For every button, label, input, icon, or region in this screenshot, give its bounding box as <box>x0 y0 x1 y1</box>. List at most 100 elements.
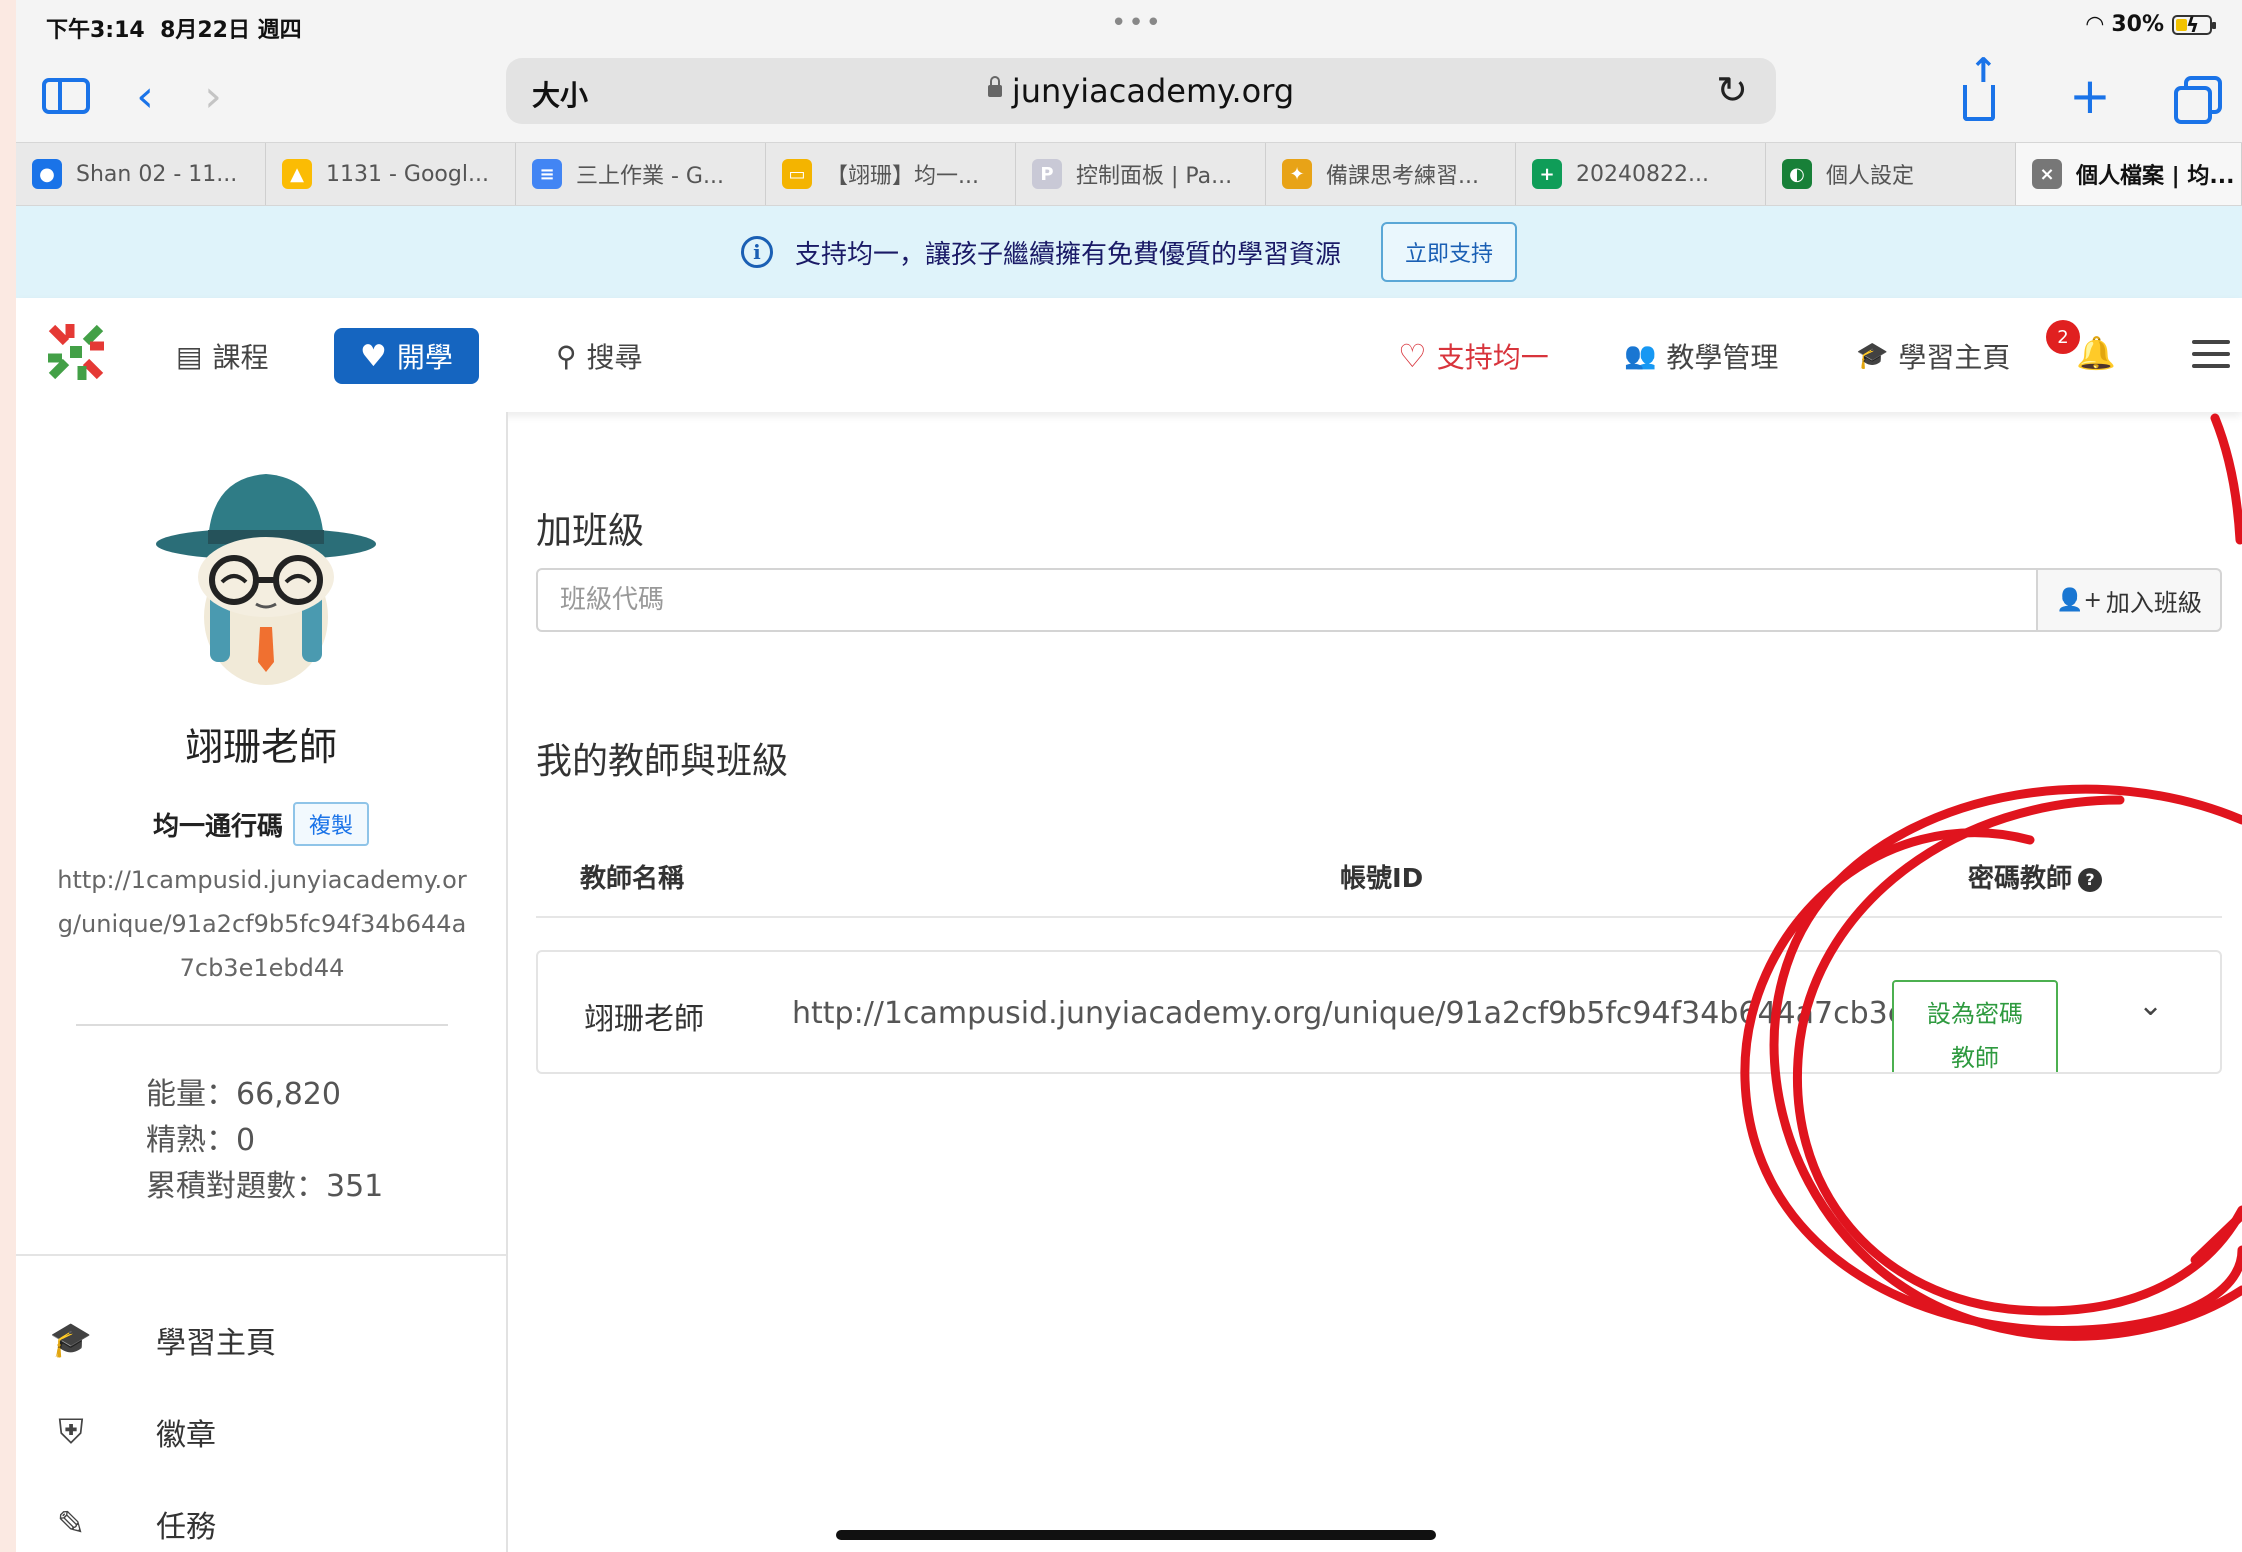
battery-icon: ϟ <box>2172 13 2216 37</box>
classroom-icon: ◐ <box>1782 159 1812 189</box>
notification-badge: 2 <box>2046 320 2080 354</box>
forward-icon[interactable]: › <box>188 66 238 126</box>
site-nav: ▤ 課程 ♥ 開學 ⚲ 搜尋 ♡ 支持均一 👥 教學管理 🎓 學習主頁 🔔 2 <box>16 298 2242 412</box>
url-text: junyiacademy.org <box>1011 72 1295 110</box>
nav-support-label: 支持均一 <box>1436 341 1549 374</box>
url-display[interactable]: junyiacademy.org <box>506 72 1776 110</box>
browser-tab[interactable]: +20240822... <box>1516 143 1766 205</box>
lock-icon <box>987 76 1002 97</box>
answered-stat: 累積對題數：351 <box>146 1169 384 1204</box>
browser-tab-label: 20240822... <box>1576 161 1709 187</box>
energy-stat: 能量：66,820 <box>146 1077 341 1112</box>
nav-start-button[interactable]: ♥ 開學 <box>334 328 479 384</box>
teacher-name-cell: 翊珊老師 <box>584 1002 704 1037</box>
browser-tab-label: 個人設定 <box>1826 164 1915 189</box>
docs-icon: ≡ <box>532 159 562 189</box>
class-code-input[interactable] <box>536 568 2038 632</box>
copy-button[interactable]: 複製 <box>293 802 370 846</box>
nav-learning[interactable]: 🎓 學習主頁 <box>1856 328 2010 384</box>
new-tab-icon[interactable]: + <box>2062 66 2118 126</box>
browser-tab[interactable]: ✦ 備課思考練習... <box>1266 143 1516 205</box>
table-row: 翊珊老師 http://1campusid.junyiacademy.org/u… <box>536 950 2222 1074</box>
chevron-down-icon[interactable]: ⌄ <box>2138 988 2163 1023</box>
browser-tab[interactable]: P 控制面板 | Pa... <box>1016 143 1266 205</box>
set-password-teacher-button[interactable]: 設為密碼教師 <box>1892 980 2058 1072</box>
heart-icon: ♥ <box>360 338 387 374</box>
support-banner: i 支持均一，讓孩子繼續擁有免費優質的學習資源 立即支持 <box>16 206 2242 298</box>
graduation-cap-icon: 🎓 <box>1856 341 1889 371</box>
slides-icon: ▭ <box>782 159 812 189</box>
ipad-screen: 下午3:14 8月22日 週四 ••• ◠ 30% ϟ ‹ › 大小 junyi… <box>16 0 2242 1552</box>
browser-tab[interactable]: ▲ 1131 - Googl... <box>266 143 516 205</box>
users-icon: 👥 <box>1624 341 1657 371</box>
support-now-button[interactable]: 立即支持 <box>1381 222 1518 282</box>
browser-tab[interactable]: ▭ 【翊珊】均一... <box>766 143 1016 205</box>
avatar <box>156 474 376 685</box>
status-clock: 下午3:14 <box>46 18 145 43</box>
globe-icon: ● <box>32 159 62 189</box>
address-bar[interactable]: 大小 junyiacademy.org ↻ <box>506 58 1776 124</box>
sidebar-item-badges[interactable]: ⛨ 徽章 <box>46 1402 216 1462</box>
help-icon[interactable]: ? <box>2078 867 2103 892</box>
add-user-icon: 👤+ <box>2056 587 2102 613</box>
divider <box>76 1024 448 1026</box>
search-icon: ⚲ <box>556 339 577 373</box>
badge-shield-icon: ⛨ <box>58 1412 84 1452</box>
nav-courses-label: 課程 <box>212 341 269 374</box>
nav-learning-label: 學習主頁 <box>1898 341 2011 374</box>
browser-tab-label: Shan 02 - 11... <box>76 161 238 187</box>
drive-icon: ▲ <box>282 159 312 189</box>
status-bar: 下午3:14 8月22日 週四 ••• ◠ 30% ϟ <box>16 0 2242 52</box>
join-class-label: 加入班級 <box>2105 588 2202 617</box>
battery-percent: 30% <box>2111 12 2164 37</box>
profile-stats: 能量：66,820 精熟：0 累積對題數：351 <box>146 1072 383 1210</box>
teachers-title: 我的教師與班級 <box>536 741 789 782</box>
bell-icon[interactable]: 🔔 <box>2076 334 2116 372</box>
sidebar-item-label: 學習主頁 <box>156 1326 276 1361</box>
reload-icon[interactable]: ↻ <box>1716 68 1748 112</box>
browser-tab-label: 【翊珊】均一... <box>826 164 979 189</box>
status-date: 8月22日 週四 <box>160 18 302 43</box>
courses-icon: ▤ <box>176 339 203 373</box>
nav-start-label: 開學 <box>396 341 453 374</box>
hamburger-menu-icon[interactable] <box>2192 340 2230 376</box>
join-class-button[interactable]: 👤+ 加入班級 <box>2038 568 2222 632</box>
pass-code-label: 均一通行碼 <box>152 811 283 842</box>
junyi-logo-icon[interactable] <box>44 320 108 384</box>
browser-tab[interactable]: ● Shan 02 - 11... <box>16 143 266 205</box>
multitask-dots-icon[interactable]: ••• <box>1111 8 1163 38</box>
nav-search[interactable]: ⚲ 搜尋 <box>556 328 643 384</box>
star-icon: ✦ <box>1282 159 1312 189</box>
nav-courses[interactable]: ▤ 課程 <box>176 328 268 384</box>
main-content: 加班級 👤+ 加入班級 我的教師與班級 教師名稱 帳號ID 密碼教師? 翊珊老師… <box>510 412 2242 1552</box>
back-icon[interactable]: ‹ <box>120 66 170 126</box>
banner-text: 支持均一，讓孩子繼續擁有免費優質的學習資源 <box>794 239 1341 270</box>
nav-support[interactable]: ♡ 支持均一 <box>1398 328 1549 384</box>
divider <box>16 1254 506 1256</box>
sidebar-item-missions[interactable]: ✎ 任務 <box>46 1494 216 1552</box>
share-icon[interactable] <box>1954 51 2004 126</box>
browser-tab[interactable]: ≡ 三上作業 - G... <box>516 143 766 205</box>
browser-tab[interactable]: ◐ 個人設定 <box>1766 143 2016 205</box>
profile-name: 翊珊老師 <box>184 725 337 769</box>
browser-tab-label: 控制面板 | Pa... <box>1076 164 1233 189</box>
close-tab-icon[interactable]: × <box>2032 159 2062 189</box>
profile-sidebar: 翊珊老師 均一通行碼 複製 http://1campusid.junyiacad… <box>16 412 508 1552</box>
pass-code-url: http://1campusid.junyiacademy.org/unique… <box>57 866 467 982</box>
nav-teaching[interactable]: 👥 教學管理 <box>1624 328 1778 384</box>
nav-search-label: 搜尋 <box>586 341 643 374</box>
sidebar-toggle-icon[interactable] <box>42 66 90 126</box>
home-indicator <box>836 1530 1436 1540</box>
sidebar-item-label: 任務 <box>156 1510 216 1545</box>
sidebar-item-label: 徽章 <box>156 1418 216 1453</box>
sheets-icon: + <box>1532 159 1562 189</box>
tab-overview-icon[interactable] <box>2166 66 2222 126</box>
status-right: ◠ 30% ϟ <box>2086 12 2216 37</box>
browser-tab[interactable]: × 個人檔案 | 均... <box>2016 143 2242 205</box>
sidebar-item-learning-home[interactable]: 🎓 學習主頁 <box>46 1310 276 1370</box>
graduation-cap-icon: 🎓 <box>49 1320 93 1360</box>
browser-tab-label: 三上作業 - G... <box>576 164 724 189</box>
column-header-name: 教師名稱 <box>580 864 685 894</box>
join-class-row: 👤+ 加入班級 <box>536 568 2222 632</box>
mastery-stat: 精熟：0 <box>146 1123 256 1158</box>
